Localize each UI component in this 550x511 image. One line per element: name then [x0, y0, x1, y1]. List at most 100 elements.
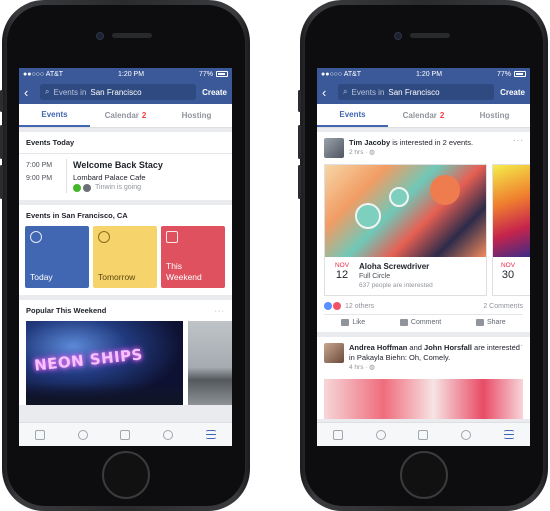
back-arrow-icon[interactable]: ‹ — [322, 86, 332, 99]
front-camera — [394, 32, 402, 40]
video-icon[interactable] — [375, 429, 386, 440]
going-text: Tinwin is going — [95, 184, 142, 191]
create-button[interactable]: Create — [500, 88, 525, 97]
avatar[interactable] — [324, 138, 344, 158]
bottom-tab-bar — [19, 422, 232, 446]
author-name[interactable]: Andrea Hoffman — [349, 343, 407, 352]
menu-icon[interactable] — [503, 430, 514, 439]
date-tiles: Today Tomorrow This Weekend — [19, 226, 232, 295]
video-icon[interactable] — [77, 429, 88, 440]
event-day: 12 — [335, 269, 349, 281]
tab-calendar[interactable]: Calendar 2 — [90, 104, 161, 127]
event-name: Welcome Back Stacy — [73, 160, 163, 170]
astronaut-art — [355, 203, 381, 229]
events-today-card: Events Today 7:00 PM 9:00 PM Welcome Bac… — [19, 132, 232, 200]
globe-icon[interactable] — [461, 429, 472, 440]
more-options-icon[interactable]: ··· — [513, 341, 524, 350]
globe-icon[interactable] — [163, 429, 174, 440]
popular-carousel[interactable]: NEON SHIPS — [19, 321, 232, 405]
nearby-events-card: Events in San Francisco, CA Today Tomorr… — [19, 205, 232, 295]
create-button[interactable]: Create — [202, 88, 227, 97]
post-time: 2 hrs · — [349, 149, 370, 156]
back-arrow-icon[interactable]: ‹ — [24, 86, 34, 99]
post-action: is interested in 2 events. — [390, 138, 474, 147]
comment-button[interactable]: Comment — [399, 319, 441, 326]
right-phone: ●●○○○ AT&T 1:20 PM 77% ‹ ⌕ Events in San… — [298, 0, 548, 511]
volume-down-button — [298, 165, 301, 199]
globe-icon: ◍ — [369, 149, 375, 156]
section-title: Popular This Weekend — [26, 306, 107, 315]
event-carousel[interactable]: NOV 12 Aloha Screwdriver Full Circle 637… — [317, 164, 530, 296]
tab-label: Events — [339, 110, 366, 119]
event-start-time: 7:00 PM — [26, 162, 53, 169]
event-image-peek[interactable] — [188, 321, 232, 405]
love-reaction-icon — [333, 302, 341, 310]
tile-tomorrow[interactable]: Tomorrow — [93, 226, 157, 288]
tab-label: Events — [41, 110, 68, 119]
reaction-count: 12 others — [345, 302, 375, 310]
post-header: Tim Jacoby is interested in 2 events. 2 … — [317, 132, 530, 164]
news-feed-icon[interactable] — [333, 429, 344, 440]
event-day: 30 — [501, 269, 515, 281]
feed-post: Tim Jacoby is interested in 2 events. 2 … — [317, 132, 530, 332]
post-text: Tim Jacoby is interested in 2 events. 2 … — [349, 138, 523, 158]
marketplace-icon[interactable] — [120, 429, 131, 440]
home-button[interactable] — [102, 451, 150, 499]
tile-today[interactable]: Today — [25, 226, 89, 288]
crowd-silhouette — [26, 383, 184, 405]
tab-bar: Events Calendar 2 Hosting — [317, 104, 530, 128]
comment-count[interactable]: 2 Comments — [483, 303, 523, 310]
clock-icon — [30, 231, 42, 243]
more-options-icon[interactable]: ··· — [215, 306, 226, 315]
post-meta: 4 hrs · ◍ — [349, 363, 523, 373]
tab-hosting[interactable]: Hosting — [161, 104, 232, 127]
home-button[interactable] — [400, 451, 448, 499]
news-feed-icon[interactable] — [35, 429, 46, 440]
battery-percent: 77% — [496, 70, 511, 78]
event-card-peek[interactable]: NOV 30 — [492, 164, 530, 296]
calendar-count-badge: 2 — [141, 111, 147, 120]
tab-hosting[interactable]: Hosting — [459, 104, 530, 127]
tab-label: Hosting — [479, 111, 510, 120]
calendar-icon — [166, 231, 178, 243]
event-artwork — [325, 165, 486, 257]
like-button[interactable]: Like — [341, 319, 365, 326]
thumbs-up-icon — [341, 319, 350, 326]
front-camera — [96, 32, 104, 40]
tab-events[interactable]: Events — [19, 104, 90, 127]
volume-up-button — [298, 125, 301, 159]
section-title: Events in San Francisco, CA — [26, 211, 128, 220]
tile-this-weekend[interactable]: This Weekend — [161, 226, 225, 288]
event-end-time: 9:00 PM — [26, 175, 53, 182]
tab-label: Calendar — [104, 111, 139, 120]
search-icon: ⌕ — [45, 87, 50, 96]
post-time: 4 hrs · — [349, 364, 370, 371]
tab-events[interactable]: Events — [317, 104, 388, 127]
event-month: NOV — [500, 262, 516, 269]
post-image[interactable] — [324, 379, 523, 419]
avatar[interactable] — [324, 343, 344, 363]
author-name[interactable]: Tim Jacoby — [349, 138, 390, 147]
screen: ●●○○○ AT&T 1:20 PM 77% ‹ ⌕ Events in San… — [317, 68, 530, 446]
status-bar: ●●○○○ AT&T 1:20 PM 77% — [317, 68, 530, 80]
astronaut-art — [389, 187, 409, 207]
search-input[interactable]: ⌕ Events in San Francisco — [338, 84, 495, 100]
bottom-tab-bar — [317, 422, 530, 446]
reaction-summary[interactable]: 12 others — [324, 302, 374, 310]
more-options-icon[interactable]: ··· — [513, 136, 524, 145]
event-card[interactable]: NOV 12 Aloha Screwdriver Full Circle 637… — [324, 164, 487, 296]
earpiece-speaker — [410, 33, 450, 38]
conjunction: and — [407, 343, 425, 352]
share-button[interactable]: Share — [475, 319, 506, 326]
search-city: San Francisco — [388, 87, 440, 97]
author-name[interactable]: John Horsfall — [424, 343, 472, 352]
search-input[interactable]: ⌕ Events in San Francisco — [40, 84, 197, 100]
feed-post: Andrea Hoffman and John Horsfall are int… — [317, 337, 530, 419]
marketplace-icon[interactable] — [418, 429, 429, 440]
menu-icon[interactable] — [205, 430, 216, 439]
event-row[interactable]: 7:00 PM 9:00 PM Welcome Back Stacy Lomba… — [19, 154, 232, 200]
tab-calendar[interactable]: Calendar 2 — [388, 104, 459, 127]
search-icon: ⌕ — [343, 87, 348, 96]
avatar — [83, 184, 91, 192]
event-image[interactable]: NEON SHIPS — [26, 321, 184, 405]
